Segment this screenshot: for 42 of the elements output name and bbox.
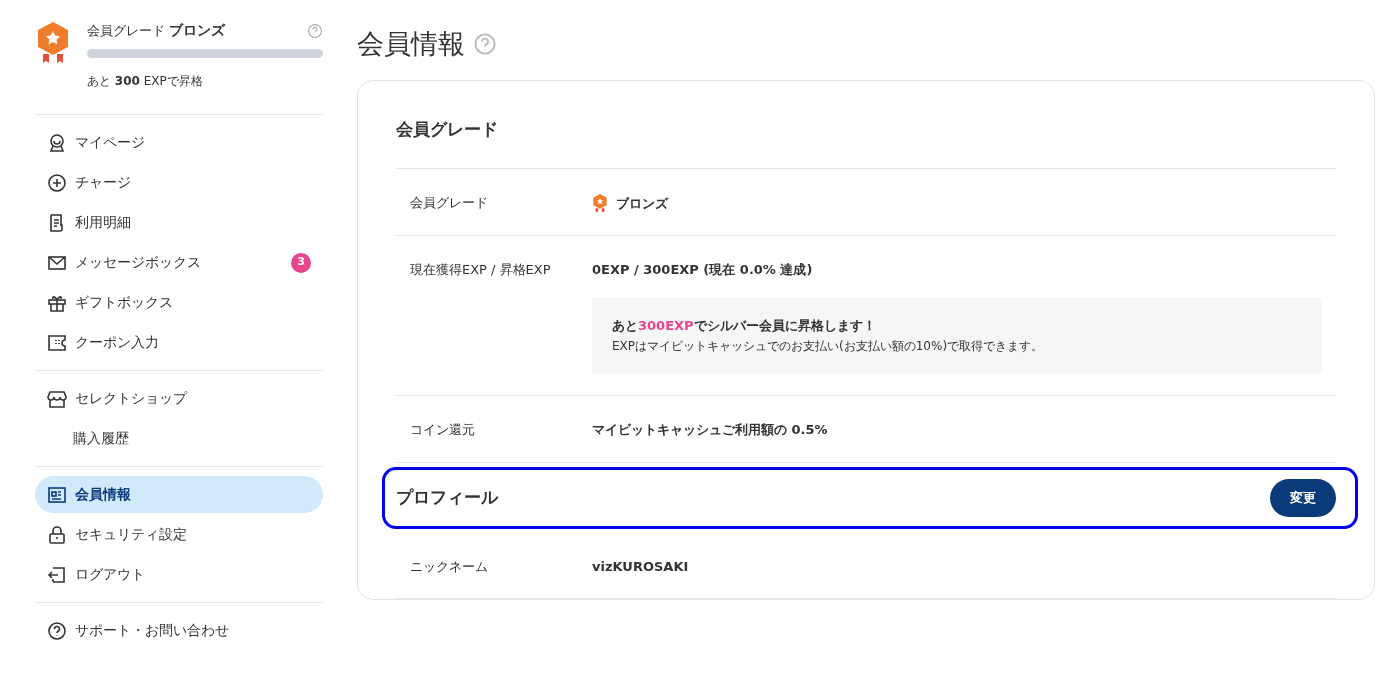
padlock-icon — [47, 524, 67, 545]
sidebar-item[interactable]: 会員情報 — [35, 476, 323, 513]
plus-circle-icon — [47, 172, 67, 193]
field-label: ニックネーム — [410, 557, 489, 576]
promotion-message: あと 300EXPでシルバー会員に昇格します！ — [612, 316, 877, 335]
count-badge: 3 — [291, 252, 311, 273]
sidebar-item[interactable]: セキュリティ設定 — [35, 516, 323, 553]
sidebar-item[interactable]: クーポン入力 — [35, 324, 323, 361]
logout-icon — [47, 564, 67, 585]
info-text: EXPはマイビットキャッシュでのお支払い(お支払い額の10%)で取得できます。 — [612, 338, 1045, 356]
edit-button[interactable]: 変更 — [1270, 479, 1336, 517]
medal-badge-icon — [592, 193, 608, 214]
storefront-icon — [47, 388, 67, 409]
section-heading: 会員グレード — [396, 118, 498, 142]
exp-remaining-text: あと 300 EXPで昇格 — [87, 73, 204, 90]
sidebar-item[interactable]: サポート・お問い合わせ — [35, 612, 323, 649]
help-icon — [47, 620, 67, 641]
sidebar-item[interactable]: メッセージボックス 3 — [35, 244, 323, 281]
page-title: 会員情報 — [357, 28, 465, 61]
grade-label: 会員グレード — [87, 21, 165, 40]
sidebar-item[interactable]: セレクトショップ — [35, 380, 323, 417]
field-label: コイン還元 — [410, 421, 476, 440]
sidebar-item[interactable]: ログアウト — [35, 556, 323, 593]
field-label: 現在獲得EXP / 昇格EXP — [410, 261, 552, 280]
sidebar-item[interactable]: 購入履歴 — [35, 420, 323, 457]
field-value: vizKUROSAKI — [592, 557, 689, 576]
grade-name: ブロンズ — [169, 21, 225, 40]
medal-badge-icon — [35, 20, 71, 64]
field-value: 0EXP / 300EXP (現在 0.0% 達成) — [592, 261, 813, 280]
medal-icon — [47, 132, 67, 153]
help-icon — [473, 32, 497, 57]
section-heading: プロフィール — [396, 486, 498, 510]
field-label: 会員グレード — [410, 194, 489, 213]
sidebar-item[interactable]: 利用明細 — [35, 204, 323, 241]
sidebar-item[interactable]: ギフトボックス — [35, 284, 323, 321]
help-icon — [307, 22, 323, 39]
field-value: マイビットキャッシュご利用額の 0.5% — [592, 421, 828, 440]
id-card-icon — [47, 484, 67, 505]
ticket-icon — [47, 332, 67, 353]
sidebar-item[interactable]: チャージ — [35, 164, 323, 201]
sidebar-item[interactable]: マイページ — [35, 124, 323, 161]
field-value: ブロンズ — [616, 194, 668, 213]
